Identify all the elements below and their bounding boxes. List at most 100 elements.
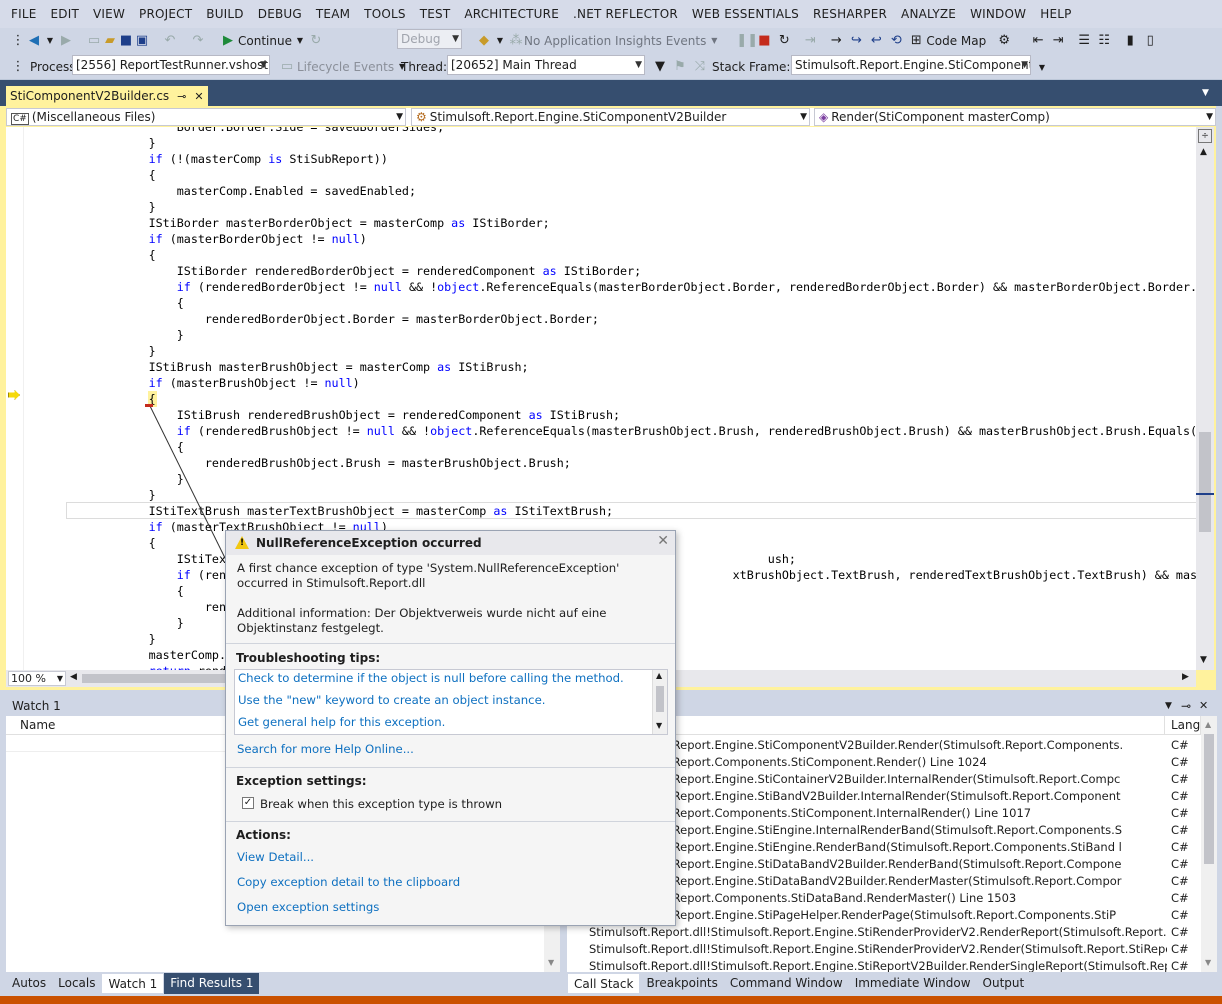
code-line[interactable]: } [36,199,156,215]
member-dropdown[interactable]: ◈ Render(StiComponent masterComp) ▼ [814,108,1216,126]
scroll-thumb[interactable] [1199,432,1211,532]
code-map-button[interactable]: Code Map [926,34,986,48]
tab-output[interactable]: Output [977,973,1031,994]
menu-view[interactable]: VIEW [86,7,132,21]
pin-icon[interactable]: ⊸ [177,90,186,103]
code-line[interactable]: { [36,535,156,551]
undo-icon[interactable]: ↶ [162,33,178,49]
menu-net-reflector[interactable]: .NET REFLECTOR [566,7,685,21]
tab-breakpoints[interactable]: Breakpoints [640,973,723,994]
indent-icon[interactable]: ⇤ [1030,33,1046,49]
scroll-down-icon[interactable]: ▼ [1205,958,1211,967]
callstack-row[interactable]: Stimulsoft.Report.dll!Stimulsoft.Report.… [567,941,1217,958]
code-line[interactable]: if (renderedBrushObject != null && !obje… [36,423,1196,439]
document-tab[interactable]: StiComponentV2Builder.cs ⊸ ✕ [6,86,208,106]
code-line[interactable]: } [36,343,156,359]
insights-dropdown-icon[interactable]: ▼ [492,33,508,49]
flag-threads-icon[interactable]: ⚑ [672,59,688,75]
tab-command-window[interactable]: Command Window [724,973,849,994]
view-detail-link[interactable]: View Detail... [237,850,314,864]
close-icon[interactable]: ✕ [1199,696,1208,716]
thread-select[interactable]: [20652] Main Thread ▼ [447,55,645,75]
scroll-up-icon[interactable]: ▲ [656,671,662,680]
callstack-vertical-scrollbar[interactable]: ▲ ▼ [1201,716,1217,972]
toolbar-overflow-icon[interactable]: ▼ [1034,60,1050,76]
save-icon[interactable]: ■ [118,33,134,49]
scroll-down-icon[interactable]: ▼ [1200,655,1207,665]
panel-menu-icon[interactable]: ▼ [1165,696,1172,716]
code-line[interactable]: return rend [36,663,226,670]
code-line[interactable]: IStiBrush masterBrushObject = masterComp… [36,359,529,375]
menu-build[interactable]: BUILD [199,7,250,21]
code-line[interactable]: { [36,295,184,311]
code-line[interactable]: if (renderedBorderObject != null && !obj… [36,279,1196,295]
pin-icon[interactable]: ⊸ [1181,696,1191,716]
close-icon[interactable]: ✕ [194,90,203,103]
code-line[interactable]: } [36,327,184,343]
tab-watch-1[interactable]: Watch 1 [101,973,165,994]
code-line[interactable]: Border.Border.Side = savedBorderSides; [36,127,444,135]
swap-threads-icon[interactable]: ⤨ [692,59,708,75]
code-line[interactable]: IStiBorder renderedBorderObject = render… [36,263,641,279]
config-select[interactable]: Debug ▼ [397,29,462,49]
callstack-scroll-thumb[interactable] [1204,734,1214,864]
menu-window[interactable]: WINDOW [963,7,1033,21]
tab-call-stack[interactable]: Call Stack [567,973,641,994]
process-select[interactable]: [2556] ReportTestRunner.vshost.ex ▼ [72,55,270,75]
scroll-up-icon[interactable]: ▲ [1200,147,1207,157]
project-dropdown[interactable]: C# (Miscellaneous Files) ▼ [6,108,406,126]
tips-scrollbar[interactable]: ▲ ▼ [652,670,667,734]
continue-icon[interactable]: ▶ [220,33,236,49]
new-project-icon[interactable]: ▭ [86,33,102,49]
menu-debug[interactable]: DEBUG [251,7,309,21]
breakpoint-tool-icon[interactable]: ⚙ [996,33,1012,49]
menu-tools[interactable]: TOOLS [357,7,413,21]
exception-title-bar[interactable]: NullReferenceException occurred [226,531,675,555]
code-map-icon[interactable]: ⊞ [908,33,924,49]
tab-locals[interactable]: Locals [52,973,101,994]
code-line[interactable]: ren [36,599,226,615]
menu-test[interactable]: TEST [413,7,458,21]
menu-help[interactable]: HELP [1033,7,1078,21]
menu-resharper[interactable]: RESHARPER [806,7,894,21]
show-next-statement-icon[interactable]: ⇥ [802,33,818,49]
code-line[interactable]: } [36,615,184,631]
zoom-select[interactable]: 100 % ▼ [8,671,66,686]
uncomment-icon[interactable]: ☷ [1096,33,1112,49]
open-file-icon[interactable]: ▰ [102,33,118,49]
menu-analyze[interactable]: ANALYZE [894,7,963,21]
open-exception-settings-link[interactable]: Open exception settings [237,900,379,914]
bookmark-icon[interactable]: ▮ [1122,33,1138,49]
code-line[interactable]: if (masterBorderObject != null) [36,231,367,247]
menu-project[interactable]: PROJECT [132,7,199,21]
step-over-icon[interactable]: ↪ [848,33,864,49]
stack-frame-select[interactable]: Stimulsoft.Report.Engine.StiComponentV2 ▼ [791,55,1031,75]
code-line[interactable]: IStiBorder masterBorderObject = masterCo… [36,215,550,231]
code-line[interactable]: } [36,135,156,151]
code-line[interactable]: if (masterBrushObject != null) [36,375,360,391]
filter-icon[interactable]: ▼ [652,59,668,75]
back-icon[interactable]: ◀ [26,33,42,49]
outdent-icon[interactable]: ⇥ [1050,33,1066,49]
dropdown-arrow-icon[interactable]: ▼ [42,33,58,49]
insights-icon[interactable]: ◆ [476,33,492,49]
tab-overflow-icon[interactable]: ▼ [1202,88,1209,98]
tab-find-results-1[interactable]: Find Results 1 [164,973,260,994]
menu-web-essentials[interactable]: WEB ESSENTIALS [685,7,806,21]
tip-link[interactable]: Get general help for this exception. [238,715,445,729]
code-line[interactable]: { [36,167,156,183]
restart-debug-icon[interactable]: ↻ [776,33,792,49]
code-line[interactable]: masterComp. [36,647,226,663]
tab-immediate-window[interactable]: Immediate Window [849,973,977,994]
save-all-icon[interactable]: ▣ [134,33,150,49]
hscroll-thumb[interactable] [82,674,232,683]
scroll-down-icon[interactable]: ▼ [656,721,662,730]
hex-display-icon[interactable]: ⟲ [888,33,904,49]
code-line[interactable]: { [36,391,156,407]
exception-helper-popup[interactable]: NullReferenceException occurred ! ✕ A fi… [225,530,676,926]
bookmark-nav-icon[interactable]: ▯ [1142,33,1158,49]
scroll-up-icon[interactable]: ▲ [1205,720,1211,729]
code-line[interactable]: } [36,471,184,487]
insights-label[interactable]: No Application Insights Events [524,34,706,48]
callstack-row[interactable]: Stimulsoft.Report.dll!Stimulsoft.Report.… [567,924,1217,941]
